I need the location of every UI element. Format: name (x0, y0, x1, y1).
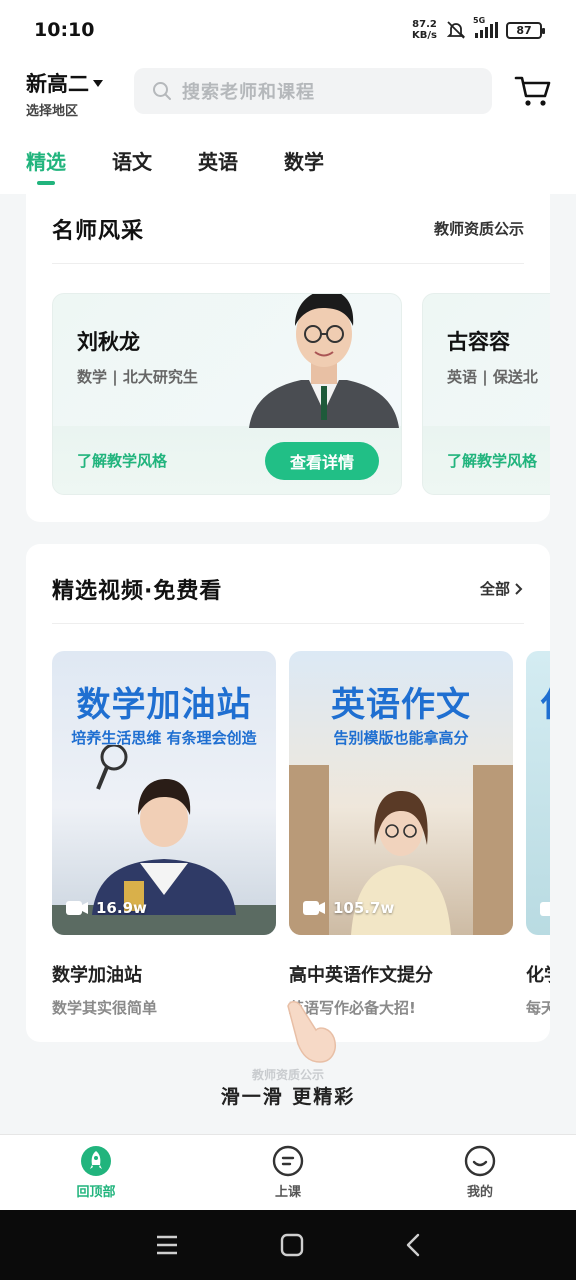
video-thumbnail[interactable]: 化 (526, 651, 550, 935)
grade-selector[interactable]: 新高二 选择地区 (26, 68, 103, 119)
back-icon[interactable] (405, 1233, 421, 1257)
video-subtitle: 每天 (526, 999, 550, 1017)
videos-section: 精选视频·免费看 全部 数学加油站 培养生活思维 有条理会创造 16.9w 数学… (26, 544, 550, 1042)
video-title: 高中英语作文提分 (289, 965, 433, 986)
view-count: 105.7w (303, 899, 394, 917)
menu-icon[interactable] (155, 1234, 179, 1256)
video-title: 数学加油站 (52, 965, 142, 986)
faded-credentials-text: 教师资质公示 (251, 1068, 324, 1082)
thumbnail-title: 化 (526, 677, 550, 726)
section-title: 精选视频·免费看 (52, 578, 223, 604)
teacher-description: 英语 | 保送北 (447, 368, 538, 386)
home-icon[interactable] (280, 1233, 304, 1257)
view-details-button[interactable]: 查看详情 (265, 442, 379, 480)
nav-profile[interactable]: 我的 (384, 1135, 576, 1210)
tab-math[interactable]: 数学 (284, 146, 324, 185)
teaching-style-link[interactable]: 了解教学风格 (447, 450, 537, 471)
tab-bar: 精选 语文 英语 数学 (26, 146, 324, 185)
video-carousel[interactable]: 数学加油站 培养生活思维 有条理会创造 16.9w 数学加油站 数学其实很简单 … (52, 651, 550, 1018)
tab-english[interactable]: 英语 (198, 146, 238, 185)
video-card[interactable]: 英语作文 告别模版也能拿高分 105.7w 高中英语作文提分 英语写作必备大招! (289, 651, 513, 1018)
chevron-right-icon (515, 582, 523, 595)
teacher-name: 古容容 (447, 330, 510, 354)
grade-label: 新高二 (26, 72, 89, 96)
battery-icon: 87 (506, 21, 545, 39)
section-title: 名师风采 (52, 218, 145, 244)
video-title: 化学 (526, 965, 550, 986)
signal-icon: 5G (473, 16, 498, 38)
search-icon (153, 82, 171, 100)
app-header: 新高二 选择地区 搜索老师和课程 精选 语文 英语 数学 (0, 60, 576, 194)
teacher-credentials-link[interactable]: 教师资质公示 (434, 218, 524, 239)
hand-pointer-icon (287, 1001, 336, 1063)
mute-bell-icon (446, 21, 466, 39)
video-thumbnail[interactable]: 数学加油站 培养生活思维 有条理会创造 16.9w (52, 651, 276, 935)
thumbnail-title: 英语作文 (331, 685, 471, 725)
status-time: 10:10 (34, 19, 95, 41)
nav-back-to-top[interactable]: 回顶部 (0, 1135, 192, 1210)
class-icon (272, 1145, 304, 1177)
net-speed: 87.2 KB/s (412, 19, 437, 41)
status-icons: 87.2 KB/s 5G 87 (412, 16, 545, 41)
status-bar: 10:10 87.2 KB/s 5G 87 (0, 0, 576, 60)
video-play-icon (303, 901, 325, 915)
teachers-section: 名师风采 教师资质公示 刘秋龙 数学 | 北大研究生 了解教学风格 查看详情 古… (26, 194, 550, 522)
teacher-name: 刘秋龙 (77, 330, 140, 354)
system-nav-bar (0, 1210, 576, 1280)
view-count (540, 901, 550, 917)
teacher-card[interactable]: 古容容 英语 | 保送北 了解教学风格 (422, 293, 550, 495)
video-play-icon (66, 901, 88, 915)
cart-icon[interactable] (514, 74, 552, 108)
video-play-icon (540, 902, 550, 916)
swipe-hint: 滑一滑 更精彩 (220, 1086, 356, 1108)
teaching-style-link[interactable]: 了解教学风格 (77, 450, 167, 471)
videos-section-header: 精选视频·免费看 全部 (52, 554, 524, 624)
teacher-description: 数学 | 北大研究生 (77, 368, 198, 386)
tab-chinese[interactable]: 语文 (112, 146, 152, 185)
view-all-link[interactable]: 全部 (480, 578, 524, 599)
video-card[interactable]: 数学加油站 培养生活思维 有条理会创造 16.9w 数学加油站 数学其实很简单 (52, 651, 276, 1018)
rocket-icon (81, 1146, 111, 1176)
profile-icon (464, 1145, 496, 1177)
video-card[interactable]: 化 化学 每天 (526, 651, 550, 1018)
region-label: 选择地区 (26, 104, 79, 119)
teacher-portrait (249, 294, 399, 428)
teacher-card[interactable]: 刘秋龙 数学 | 北大研究生 了解教学风格 查看详情 (52, 293, 402, 495)
thumbnail-title: 数学加油站 (76, 685, 252, 725)
caret-down-icon (93, 79, 103, 87)
teacher-carousel[interactable]: 刘秋龙 数学 | 北大研究生 了解教学风格 查看详情 古容容 英语 | 保送北 … (52, 293, 550, 495)
tab-featured[interactable]: 精选 (26, 146, 66, 185)
teachers-section-header: 名师风采 教师资质公示 (52, 194, 524, 264)
video-subtitle: 数学其实很简单 (52, 999, 158, 1017)
video-thumbnail[interactable]: 英语作文 告别模版也能拿高分 105.7w (289, 651, 513, 935)
view-count: 16.9w (66, 899, 147, 917)
nav-class[interactable]: 上课 (192, 1135, 384, 1210)
search-placeholder: 搜索老师和课程 (182, 82, 315, 103)
bottom-nav: 回顶部 上课 我的 (0, 1134, 576, 1210)
search-input[interactable]: 搜索老师和课程 (134, 68, 492, 114)
